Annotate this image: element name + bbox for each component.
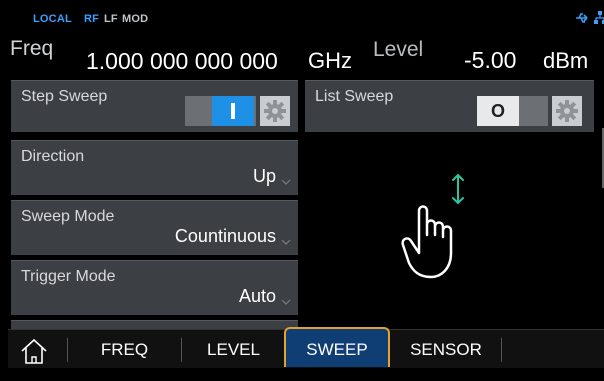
chevron-down-icon xyxy=(281,239,291,245)
chevron-down-icon xyxy=(281,299,291,305)
direction-field[interactable]: Direction Up xyxy=(11,140,298,195)
touch-swipe-vertical-icon xyxy=(401,173,481,288)
level-unit: dBm xyxy=(543,48,589,73)
toggle-knob-off: O xyxy=(477,96,519,126)
sweep-mode-value: Countinuous xyxy=(174,226,276,246)
direction-label: Direction xyxy=(21,148,85,165)
next-field-partial xyxy=(11,320,298,329)
gear-icon xyxy=(556,100,578,122)
gear-icon xyxy=(264,100,286,122)
toggle-knob-on xyxy=(212,96,254,126)
tab-freq[interactable]: FREQ xyxy=(68,330,181,368)
status-mod: MOD xyxy=(122,13,149,25)
network-icon xyxy=(594,11,604,29)
trigger-mode-label: Trigger Mode xyxy=(21,268,116,285)
list-sweep-settings-button[interactable] xyxy=(552,96,582,126)
home-icon xyxy=(21,338,47,364)
level-label: Level xyxy=(373,38,424,61)
home-button[interactable] xyxy=(14,330,54,368)
level-value[interactable]: -5.00 xyxy=(464,47,516,74)
sweep-mode-field[interactable]: Sweep Mode Countinuous xyxy=(11,200,298,255)
step-sweep-panel: Step Sweep xyxy=(11,80,298,132)
tab-sweep[interactable]: SWEEP xyxy=(284,327,390,367)
tab-sensor[interactable]: SENSOR xyxy=(391,330,501,368)
step-sweep-toggle[interactable] xyxy=(185,96,256,126)
freq-unit: GHz xyxy=(308,48,352,73)
chevron-down-icon xyxy=(281,179,291,185)
list-sweep-toggle[interactable]: O xyxy=(477,96,548,126)
usb-icon xyxy=(575,11,589,29)
bottom-nav: FREQ LEVEL SWEEP SENSOR xyxy=(8,327,604,368)
step-sweep-settings-button[interactable] xyxy=(260,96,290,126)
tab-level[interactable]: LEVEL xyxy=(182,330,285,368)
freq-label: Freq xyxy=(10,37,54,60)
instrument-screen: LOCAL RF LF MOD Freq 1.000 000 000 000 G… xyxy=(8,8,604,368)
trigger-mode-value: Auto xyxy=(238,286,276,306)
sweep-mode-label: Sweep Mode xyxy=(21,208,115,225)
list-sweep-label: List Sweep xyxy=(315,88,394,105)
freq-value[interactable]: 1.000 000 000 000 xyxy=(86,48,278,75)
frequency-level-header: Freq 1.000 000 000 000 GHz Level -5.00 d… xyxy=(8,30,604,80)
status-lf: LF xyxy=(104,13,118,25)
step-sweep-label: Step Sweep xyxy=(21,88,108,105)
status-rf: RF xyxy=(84,13,100,25)
status-bar: LOCAL RF LF MOD xyxy=(8,8,604,30)
list-sweep-panel: List Sweep O xyxy=(305,80,594,132)
nav-divider xyxy=(501,338,502,362)
trigger-mode-field[interactable]: Trigger Mode Auto xyxy=(11,260,298,315)
direction-value: Up xyxy=(252,166,276,186)
status-local: LOCAL xyxy=(33,13,72,25)
